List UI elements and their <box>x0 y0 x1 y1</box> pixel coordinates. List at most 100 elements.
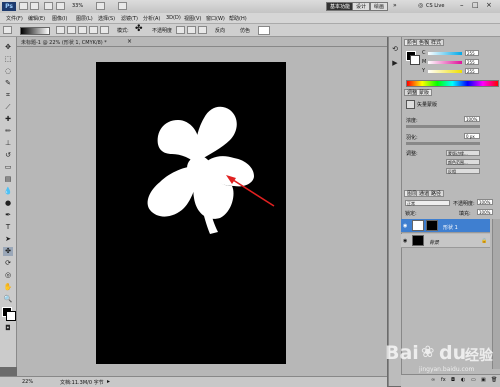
close-document-icon[interactable]: × <box>127 38 132 45</box>
3d-rotate-tool-icon[interactable]: ⟳ <box>3 259 13 268</box>
arrange-documents-icon[interactable] <box>96 2 105 10</box>
status-arrow-icon[interactable]: ▸ <box>107 378 110 385</box>
layer-row-background[interactable]: ◉ 背景 🔒 <box>401 234 490 248</box>
fill-input[interactable]: 100% <box>477 209 493 215</box>
color-c-slider[interactable] <box>428 52 462 55</box>
move-tool-icon[interactable]: ✥ <box>3 43 13 52</box>
tab-masks[interactable]: 蒙版 <box>416 89 433 96</box>
blend-mode-select[interactable]: 正常 <box>405 200 450 206</box>
document-tab[interactable]: 未标题-1 @ 22% (形状 1, CMYK/8) * × <box>17 37 387 47</box>
hand-tool-icon[interactable] <box>44 2 53 10</box>
tab-paths[interactable]: 路径 <box>428 190 445 197</box>
type-tool-icon[interactable]: T <box>3 223 13 232</box>
menu-help[interactable]: 帮助(H) <box>229 15 247 22</box>
bridge-icon[interactable] <box>19 2 28 10</box>
color-spectrum-bar[interactable] <box>406 80 499 87</box>
background-color-preview[interactable] <box>410 55 420 65</box>
minibridge-icon[interactable] <box>30 2 39 10</box>
workspace-essentials-button[interactable]: 基本功能 <box>326 2 355 11</box>
menu-image[interactable]: 图像(I) <box>52 15 67 22</box>
gradient-tool-icon[interactable]: ▤ <box>3 175 13 184</box>
dodge-tool-icon[interactable]: ● <box>3 199 13 208</box>
status-zoom[interactable]: 22% <box>22 379 33 385</box>
tab-styles[interactable]: 样式 <box>428 39 445 46</box>
clone-stamp-icon[interactable]: ⊥ <box>3 139 13 148</box>
actions-panel-icon[interactable]: ▶ <box>390 59 400 68</box>
color-range-button[interactable]: 颜色范围... <box>446 159 480 165</box>
radial-gradient-icon[interactable] <box>67 26 76 34</box>
feather-slider[interactable] <box>406 142 480 145</box>
clover-shape[interactable] <box>96 62 286 364</box>
eraser-tool-icon[interactable]: ▭ <box>3 163 13 172</box>
menu-view[interactable]: 视图(V) <box>184 15 201 22</box>
menu-file[interactable]: 文件(F) <box>6 15 23 22</box>
menu-3d[interactable]: 3D(D) <box>166 15 181 21</box>
density-slider[interactable] <box>406 125 480 128</box>
zoom-tool-icon[interactable] <box>56 2 65 10</box>
clover-shape-icon[interactable]: ✤ <box>135 25 143 34</box>
layer-opacity-input[interactable]: 100% <box>477 199 493 205</box>
minimize-icon[interactable]: – <box>460 1 464 9</box>
intersect-icon[interactable] <box>198 26 207 34</box>
status-bar: 22% 文档:11.3M/0 字节 ▸ <box>0 376 387 387</box>
layer-thumbnail <box>412 235 424 246</box>
reflected-gradient-icon[interactable] <box>89 26 98 34</box>
color-m-input[interactable]: 255 <box>465 59 479 65</box>
quick-select-tool-icon[interactable]: ✎ <box>3 79 13 88</box>
blur-tool-icon[interactable]: 💧 <box>3 187 13 196</box>
color-m-slider[interactable] <box>428 61 462 64</box>
diamond-gradient-icon[interactable] <box>100 26 109 34</box>
layer-row-shape-1[interactable]: ◉ 形状 1 <box>401 219 490 233</box>
shape-tool-icon[interactable]: ✤ <box>3 247 13 256</box>
more-workspaces-icon[interactable]: » <box>393 2 397 9</box>
history-panel-icon[interactable]: ⟲ <box>390 45 400 54</box>
marquee-tool-icon[interactable]: ⬚ <box>3 55 13 64</box>
eyedropper-tool-icon[interactable]: ⟋ <box>3 103 13 112</box>
linear-gradient-icon[interactable] <box>56 26 65 34</box>
color-y-input[interactable]: 255 <box>465 68 479 74</box>
angle-gradient-icon[interactable] <box>78 26 87 34</box>
brush-tool-icon[interactable]: ✏ <box>3 127 13 136</box>
transparency-field[interactable] <box>258 26 270 35</box>
menu-window[interactable]: 窗口(W) <box>206 15 225 22</box>
workspace-painting-button[interactable]: 绘画 <box>370 2 389 11</box>
lasso-tool-icon[interactable]: ◌ <box>3 67 13 76</box>
screen-mode-icon[interactable] <box>118 2 127 10</box>
menu-select[interactable]: 选择(S) <box>98 15 115 22</box>
menu-analysis[interactable]: 分析(A) <box>143 15 160 22</box>
tool-preset-icon[interactable] <box>3 26 12 34</box>
eye-icon[interactable]: ◉ <box>403 238 407 244</box>
subtract-icon[interactable] <box>187 26 196 34</box>
cs-live-icon[interactable]: ◎ <box>418 2 423 9</box>
hand-tool-icon[interactable]: ✋ <box>3 283 13 292</box>
eye-icon[interactable]: ◉ <box>403 223 407 229</box>
history-brush-icon[interactable]: ↺ <box>3 151 13 160</box>
zoom-level[interactable]: 33% <box>72 3 83 9</box>
healing-brush-icon[interactable]: ✚ <box>3 115 13 124</box>
reverse-label[interactable]: 反向 <box>215 27 225 34</box>
path-select-tool-icon[interactable]: ➤ <box>3 235 13 244</box>
crop-tool-icon[interactable]: ⌗ <box>3 91 13 100</box>
mask-edge-button[interactable]: 蒙版边缘... <box>446 150 480 156</box>
menu-filter[interactable]: 滤镜(T) <box>121 15 138 22</box>
workspace-design-button[interactable]: 设计 <box>352 2 371 11</box>
color-y-slider[interactable] <box>428 70 462 73</box>
maximize-icon[interactable]: □ <box>472 1 479 9</box>
feather-input[interactable]: 0 px <box>464 133 480 139</box>
dither-label[interactable]: 仿色 <box>240 27 250 34</box>
3d-orbit-tool-icon[interactable]: ◎ <box>3 271 13 280</box>
canvas[interactable] <box>96 62 286 364</box>
menu-layer[interactable]: 图层(L) <box>76 15 93 22</box>
pen-tool-icon[interactable]: ✒ <box>3 211 13 220</box>
cs-live-label[interactable]: CS Live <box>426 3 444 9</box>
gradient-preview[interactable] <box>20 27 50 35</box>
menu-edit[interactable]: 编辑(E) <box>28 15 45 22</box>
invert-button[interactable]: 反相 <box>446 168 480 174</box>
quick-mask-icon[interactable]: ◘ <box>3 324 13 333</box>
combine-icon[interactable] <box>176 26 185 34</box>
color-c-input[interactable]: 255 <box>465 50 479 56</box>
density-input[interactable]: 100% <box>464 116 480 122</box>
background-color-swatch[interactable] <box>6 311 16 321</box>
close-icon[interactable]: × <box>486 1 492 9</box>
zoom-tool-icon[interactable]: 🔍 <box>3 295 13 304</box>
